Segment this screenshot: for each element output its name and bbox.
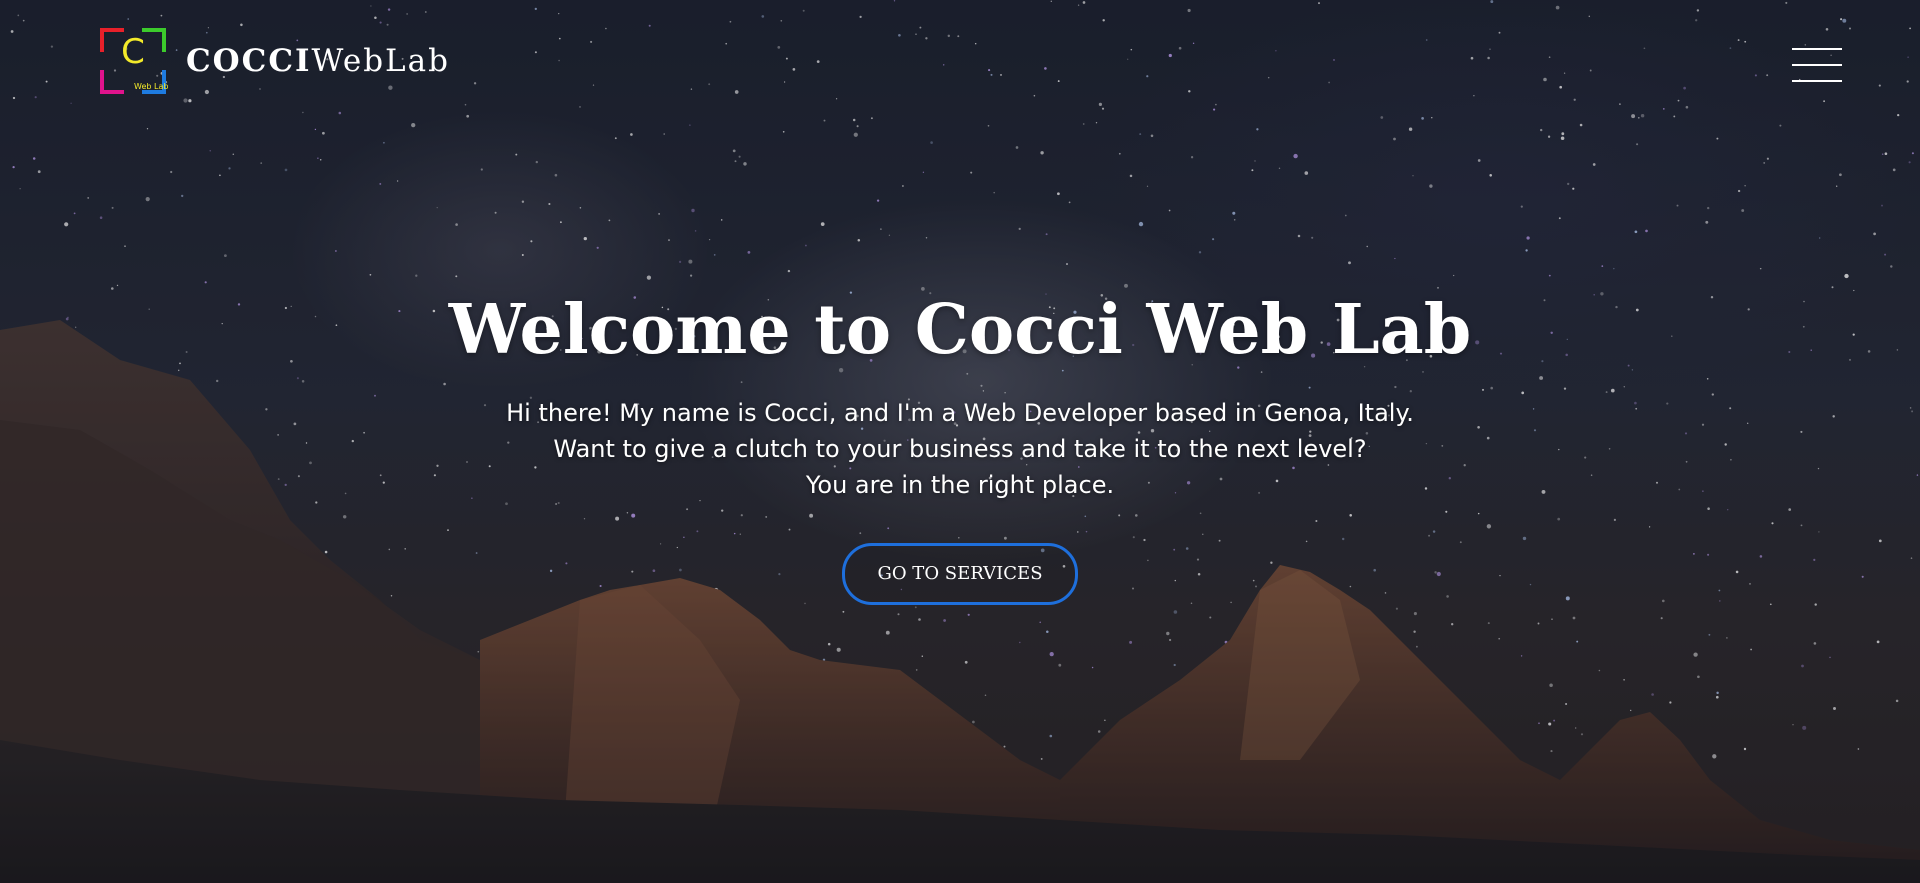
hero-intro: Hi there! My name is Cocci, and I'm a We… [0, 395, 1920, 503]
intro-line: Want to give a clutch to your business a… [553, 435, 1367, 463]
hamburger-menu-icon[interactable] [1792, 48, 1842, 82]
logo: C Web Lab [100, 28, 169, 94]
logo-subtitle: Web Lab [134, 82, 169, 91]
brand-name-light: WebLab [311, 42, 450, 79]
brand-name-bold: COCCI [186, 42, 312, 79]
intro-line: Hi there! My name is Cocci, and I'm a We… [506, 399, 1414, 427]
hero-title: Welcome to Cocci Web Lab [448, 290, 1472, 370]
menu-line-bottom [1792, 80, 1842, 82]
brand-logo-link[interactable]: C Web Lab COCCIWebLab [100, 28, 450, 94]
menu-line-middle [1792, 64, 1842, 66]
menu-line-top [1792, 48, 1842, 50]
hero-section: C Web Lab COCCIWebLab Welcome to Cocci W… [0, 0, 1920, 883]
logo-letter: C [121, 32, 145, 72]
go-to-services-button[interactable]: GO TO SERVICES [842, 543, 1078, 605]
hero-content: Welcome to Cocci Web Lab Hi there! My na… [0, 285, 1920, 605]
intro-line: You are in the right place. [805, 471, 1115, 499]
brand-name: COCCIWebLab [186, 42, 450, 79]
